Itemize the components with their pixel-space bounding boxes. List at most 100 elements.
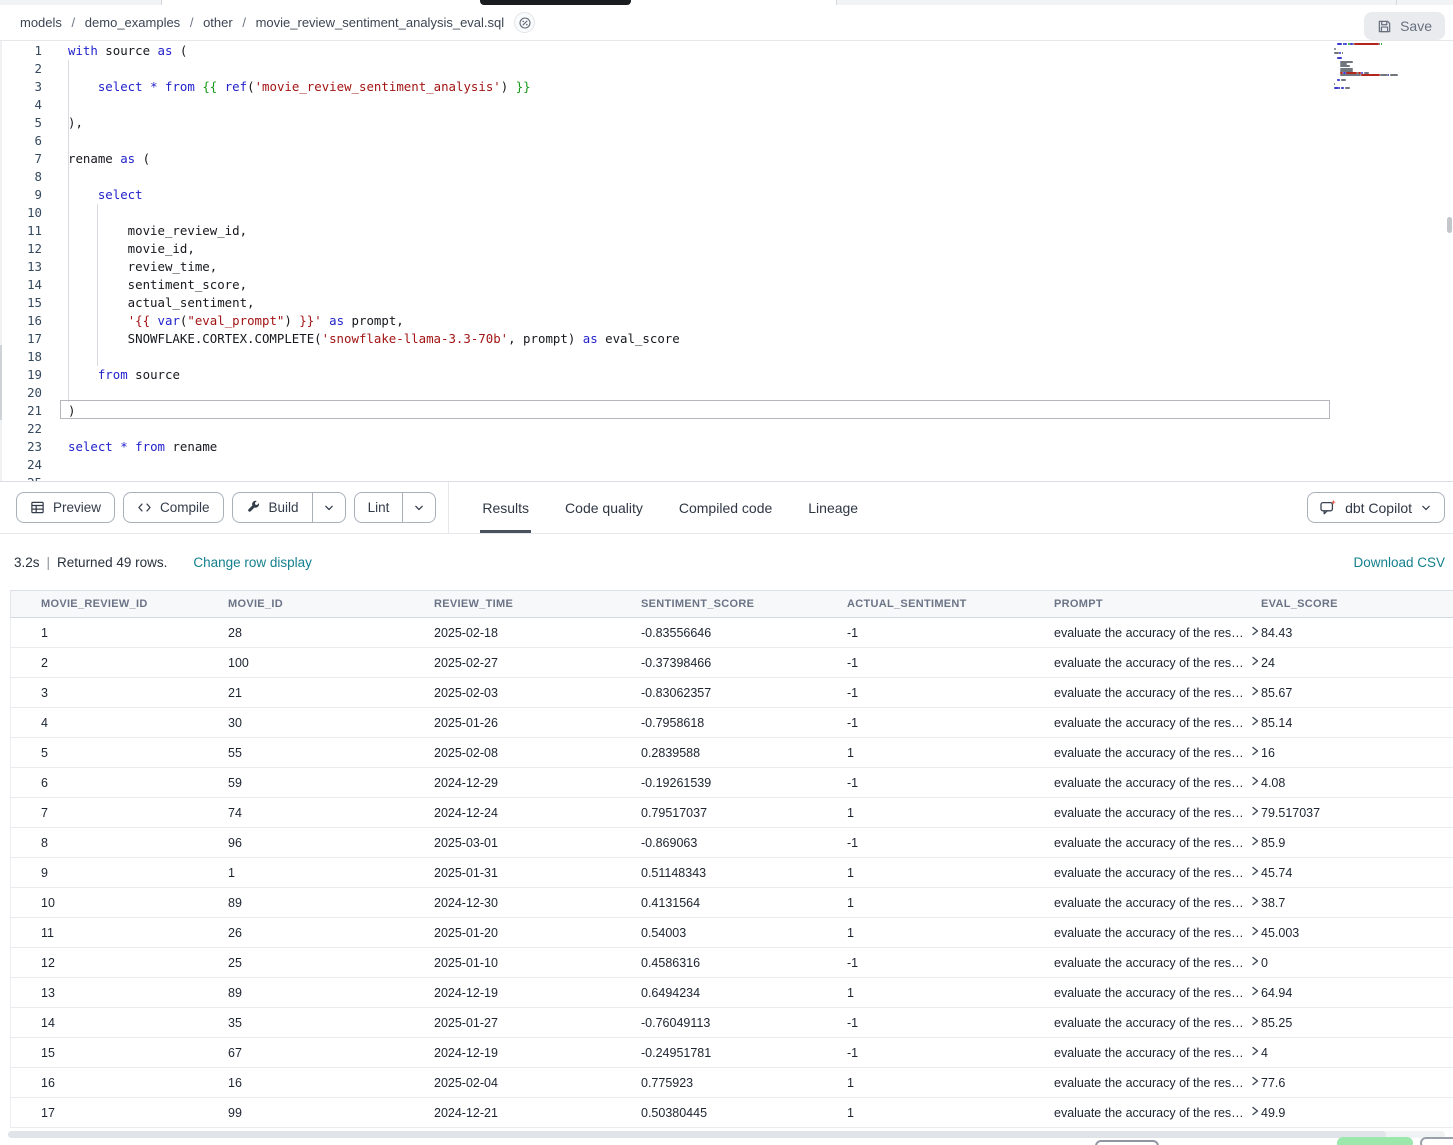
minimap-line	[1388, 74, 1390, 76]
editor-vertical-scrollbar[interactable]	[1447, 217, 1452, 233]
results-grid: MOVIE_REVIEW_ID MOVIE_ID REVIEW_TIME SEN…	[10, 590, 1453, 1128]
cell-eval-score: 64.94	[1231, 978, 1453, 1007]
partial-green-badge[interactable]	[1337, 1137, 1413, 1145]
build-dropdown-button[interactable]	[313, 492, 346, 523]
minimap-line	[1361, 74, 1381, 76]
download-csv-link[interactable]: Download CSV	[1353, 555, 1445, 570]
breadcrumb-demo-examples[interactable]: demo_examples	[85, 15, 180, 30]
line-number: 20	[0, 384, 42, 402]
minimap-line	[1337, 57, 1342, 59]
cell-movie-review-id: 17	[11, 1098, 198, 1127]
cell-eval-score: 85.14	[1231, 708, 1453, 737]
line-number: 24	[0, 456, 42, 474]
copilot-label: dbt Copilot	[1345, 500, 1412, 516]
cell-prompt: evaluate the accuracy of the res…	[1024, 648, 1231, 677]
line-number: 16	[0, 312, 42, 330]
table-row: 7742024-12-240.795170371evaluate the acc…	[10, 798, 1453, 828]
prompt-text: evaluate the accuracy of the res…	[1054, 626, 1244, 640]
minimap[interactable]	[1334, 41, 1448, 99]
minimap-line	[1342, 52, 1343, 54]
preview-label: Preview	[53, 500, 101, 515]
prompt-text: evaluate the accuracy of the res…	[1054, 956, 1244, 970]
cell-movie-id: 96	[198, 828, 404, 857]
partial-button[interactable]	[1095, 1140, 1159, 1145]
column-header-review-time: REVIEW_TIME	[404, 591, 611, 617]
prompt-text: evaluate the accuracy of the res…	[1054, 656, 1244, 670]
breadcrumb-models[interactable]: models	[20, 15, 62, 30]
cell-movie-review-id: 1	[11, 618, 198, 647]
table-icon	[30, 500, 45, 515]
prompt-text: evaluate the accuracy of the res…	[1054, 716, 1244, 730]
code-line: 18	[0, 348, 1453, 366]
cell-movie-id: 74	[198, 798, 404, 827]
cell-eval-score: 79.517037	[1231, 798, 1453, 827]
change-row-display-link[interactable]: Change row display	[193, 555, 312, 570]
column-header-actual-sentiment: ACTUAL_SENTIMENT	[817, 591, 1024, 617]
results-tabs: Results Code quality Compiled code Linea…	[480, 482, 860, 533]
partial-button[interactable]	[1420, 1137, 1453, 1145]
tab-lineage[interactable]: Lineage	[806, 482, 860, 533]
cell-prompt: evaluate the accuracy of the res…	[1024, 978, 1231, 1007]
results-status-bar: 3.2s | Returned 49 rows. Change row disp…	[0, 534, 1453, 590]
lint-dropdown-button[interactable]	[403, 492, 436, 523]
line-number: 11	[0, 222, 42, 240]
save-button[interactable]: Save	[1364, 12, 1445, 40]
cell-eval-score: 77.6	[1231, 1068, 1453, 1097]
breadcrumb-separator: /	[190, 15, 194, 30]
chevron-down-icon	[413, 503, 425, 513]
code-line: 7rename as (	[0, 150, 1453, 168]
cell-prompt: evaluate the accuracy of the res…	[1024, 738, 1231, 767]
cell-review-time: 2024-12-30	[404, 888, 611, 917]
tab-compiled-code[interactable]: Compiled code	[677, 482, 774, 533]
cell-movie-review-id: 11	[11, 918, 198, 947]
table-row: 8962025-03-01-0.869063-1evaluate the acc…	[10, 828, 1453, 858]
code-line: 4	[0, 96, 1453, 114]
table-row: 5552025-02-080.28395881evaluate the accu…	[10, 738, 1453, 768]
code-line: 15 actual_sentiment,	[0, 294, 1453, 312]
cell-prompt: evaluate the accuracy of the res…	[1024, 678, 1231, 707]
line-number: 22	[0, 420, 42, 438]
prompt-text: evaluate the accuracy of the res…	[1054, 1046, 1244, 1060]
code-line: 6	[0, 132, 1453, 150]
cell-movie-review-id: 8	[11, 828, 198, 857]
lint-split-button: Lint	[354, 492, 437, 523]
tab-results[interactable]: Results	[480, 482, 531, 533]
cell-review-time: 2025-02-27	[404, 648, 611, 677]
cell-movie-id: 21	[198, 678, 404, 707]
code-editor[interactable]: 1with source as (23 select * from {{ ref…	[0, 41, 1453, 482]
build-button[interactable]: Build	[232, 492, 313, 523]
cell-movie-review-id: 16	[11, 1068, 198, 1097]
code-line: 2	[0, 60, 1453, 78]
code-line: 11 movie_review_id,	[0, 222, 1453, 240]
cell-eval-score: 49.9	[1231, 1098, 1453, 1127]
prompt-text: evaluate the accuracy of the res…	[1054, 926, 1244, 940]
file-status-icon[interactable]	[514, 12, 535, 33]
compile-button[interactable]: Compile	[123, 492, 224, 523]
tab-code-quality[interactable]: Code quality	[563, 482, 645, 533]
cell-eval-score: 38.7	[1231, 888, 1453, 917]
row-count-summary: Returned 49 rows.	[57, 555, 167, 570]
dbt-copilot-button[interactable]: dbt Copilot	[1307, 492, 1445, 523]
lint-button[interactable]: Lint	[354, 492, 404, 523]
cell-sentiment-score: 0.4131564	[611, 888, 817, 917]
cell-actual-sentiment: 1	[817, 858, 1024, 887]
minimap-line	[1344, 43, 1347, 45]
table-row: 12252025-01-100.4586316-1evaluate the ac…	[10, 948, 1453, 978]
code-line: 24	[0, 456, 1453, 474]
cell-sentiment-score: -0.7958618	[611, 708, 817, 737]
cell-movie-id: 35	[198, 1008, 404, 1037]
minimap-line	[1340, 74, 1360, 76]
breadcrumb-other[interactable]: other	[203, 15, 233, 30]
cell-sentiment-score: -0.76049113	[611, 1008, 817, 1037]
prompt-text: evaluate the accuracy of the res…	[1054, 686, 1244, 700]
breadcrumb-filename[interactable]: movie_review_sentiment_analysis_eval.sql	[256, 15, 505, 30]
cell-movie-review-id: 5	[11, 738, 198, 767]
code-line: 5),	[0, 114, 1453, 132]
preview-button[interactable]: Preview	[16, 492, 115, 523]
cell-eval-score: 16	[1231, 738, 1453, 767]
horizontal-scrollbar-thumb[interactable]	[8, 1131, 1386, 1138]
cell-review-time: 2025-02-04	[404, 1068, 611, 1097]
cell-review-time: 2025-01-31	[404, 858, 611, 887]
cell-eval-score: 45.74	[1231, 858, 1453, 887]
cell-movie-id: 100	[198, 648, 404, 677]
